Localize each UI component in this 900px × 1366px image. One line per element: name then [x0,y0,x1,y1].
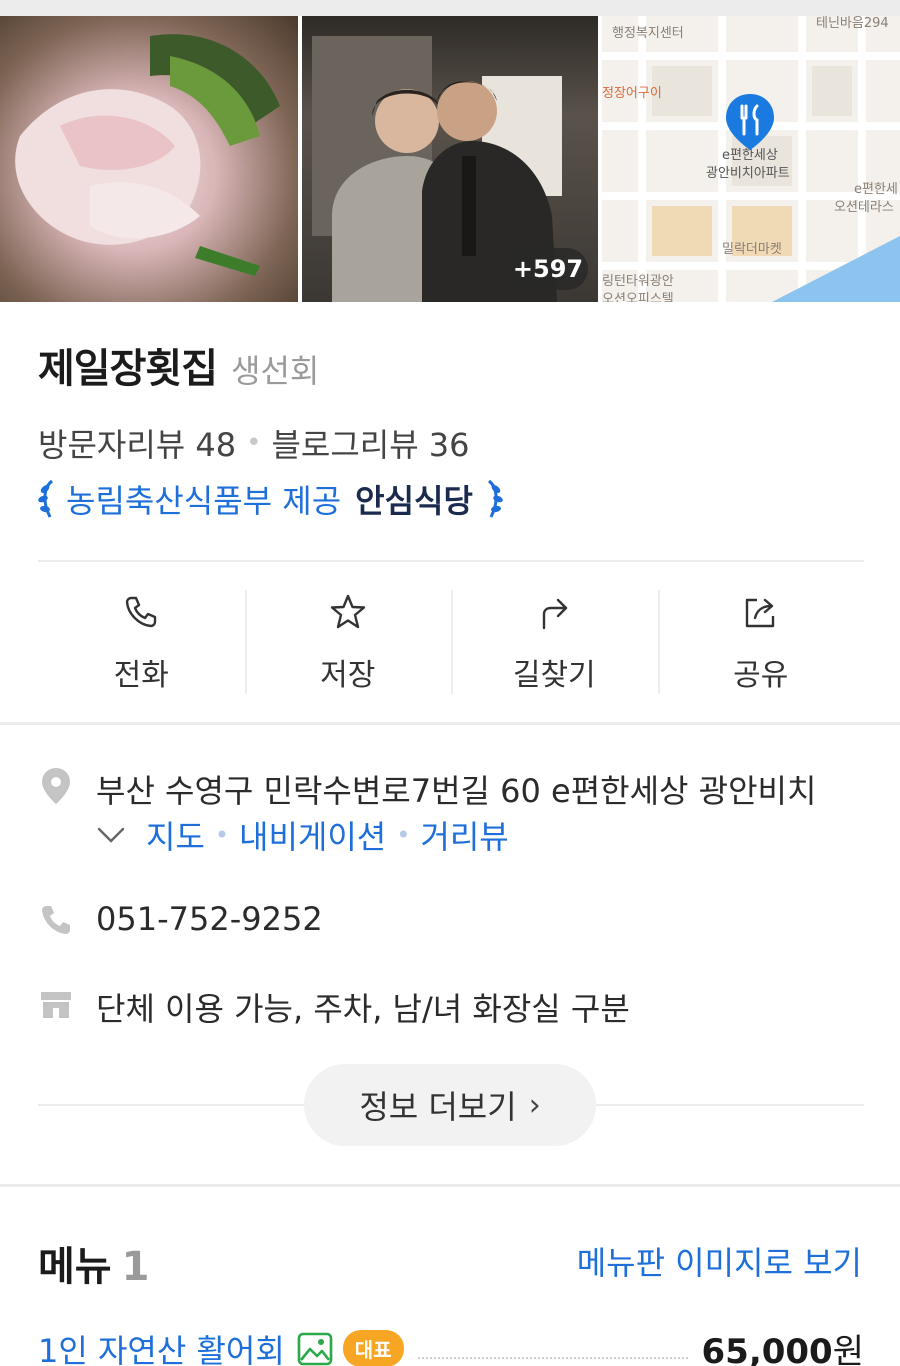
safe-restaurant-badge[interactable]: 농림축산식품부 제공 안심식당 [36,476,505,522]
phone-icon [126,596,157,628]
location-pin-icon [42,768,70,804]
call-button[interactable]: 전화 [38,588,245,696]
chevron-right-icon: › [528,1087,541,1123]
address-links: 지도 • 내비게이션 • 거리뷰 [96,812,509,858]
street-view-link[interactable]: 거리뷰 [420,812,508,858]
map-label: 링턴타워광안 [602,274,674,289]
address-text: 부산 수영구 민락수변로7번길 60 e편한세상 광안비치 [96,772,817,810]
menu-item-name[interactable]: 1인 자연산 활어회 [38,1326,285,1366]
directions-icon [543,598,568,630]
directions-label: 길찾기 [512,658,596,693]
more-info-button[interactable]: 정보 더보기 › [304,1064,596,1146]
price-value: 65,000 [701,1332,833,1366]
visitor-review-link[interactable]: 방문자리뷰 48 [38,420,236,466]
section-separator [0,1184,900,1187]
more-info-label: 정보 더보기 [359,1088,517,1126]
place-header: 제일장횟집 생선회 [38,336,319,394]
status-strip [0,0,900,16]
menu-count: 1 [121,1244,150,1290]
separator-dot: • [396,821,411,849]
laurel-left-icon [38,479,54,518]
menu-heading: 메뉴 1 [38,1234,149,1292]
map-label: 오션오피스텔 [602,292,674,302]
divider [38,560,864,562]
separator-dot: • [214,821,230,849]
food-illustration [15,34,280,276]
price-unit: 원 [832,1332,864,1366]
review-summary: 방문자리뷰 48 • 블로그리뷰 36 [38,420,470,466]
amenities-text: 단체 이용 가능, 주차, 남/녀 화장실 구분 [96,990,630,1028]
map-label: 정장어구이 [602,86,662,101]
dotted-leader [417,1339,688,1359]
map-label: 광안비치아파트 [706,166,790,181]
map-thumbnail[interactable]: 행정복지센터 정장어구이 e편한세상 광안비치아파트 밀락더마켓 e편한세 오션… [602,16,900,302]
map-label: 오션테라스 [834,200,894,215]
badge-provider: 농림축산식품부 제공 [66,482,342,520]
map-label: e편한세 [854,182,898,197]
directions-button[interactable]: 길찾기 [451,588,658,696]
star-icon [330,594,365,629]
section-separator [0,722,900,725]
action-bar: 전화 저장 길찾기 공유 [38,588,864,696]
more-photos-badge[interactable]: +597 [508,248,588,290]
photo-strip: +597 행정복지센터 정장어구이 e편한세상 광안비치아파트 밀락더마켓 e편… [0,16,900,302]
badge-title: 안심식당 [355,482,473,520]
share-icon [745,598,774,628]
menu-image-link[interactable]: 메뉴판 이미지로 보기 [577,1238,862,1284]
phone-number[interactable]: 051-752-9252 [96,900,323,938]
amenities-row: 단체 이용 가능, 주차, 남/녀 화장실 구분 [38,984,630,1030]
save-label: 저장 [320,658,376,693]
share-button[interactable]: 공유 [657,588,865,696]
photo-people[interactable]: +597 [302,16,598,302]
navigation-link[interactable]: 내비게이션 [239,812,386,858]
signature-badge: 대표 [342,1330,404,1366]
photo-food[interactable] [0,16,298,302]
laurel-right-icon [487,479,503,518]
map-label: 테닌바음294 [816,16,889,31]
place-name: 제일장횟집 [38,346,218,392]
phone-icon [42,906,70,934]
map-pin-icon [726,94,774,150]
map-label: 행정복지센터 [612,26,684,41]
menu-item-price: 65,000원 [702,1324,864,1366]
map-label: 밀락더마켓 [722,242,782,257]
store-icon [41,992,71,1018]
map-link[interactable]: 지도 [146,812,205,858]
place-category: 생선회 [231,352,320,390]
menu-title: 메뉴 [38,1244,112,1290]
call-label: 전화 [113,658,169,693]
share-label: 공유 [733,658,789,693]
chevron-down-icon[interactable] [96,820,126,850]
address-row: 부산 수영구 민락수변로7번길 60 e편한세상 광안비치 [38,766,816,812]
menu-item[interactable]: 1인 자연산 활어회 대표 65,000원 [38,1324,864,1366]
separator-dot: • [246,428,262,458]
save-button[interactable]: 저장 [244,588,452,696]
blog-review-link[interactable]: 블로그리뷰 36 [271,420,469,466]
image-icon [297,1332,333,1365]
phone-row[interactable]: 051-752-9252 [38,900,323,940]
